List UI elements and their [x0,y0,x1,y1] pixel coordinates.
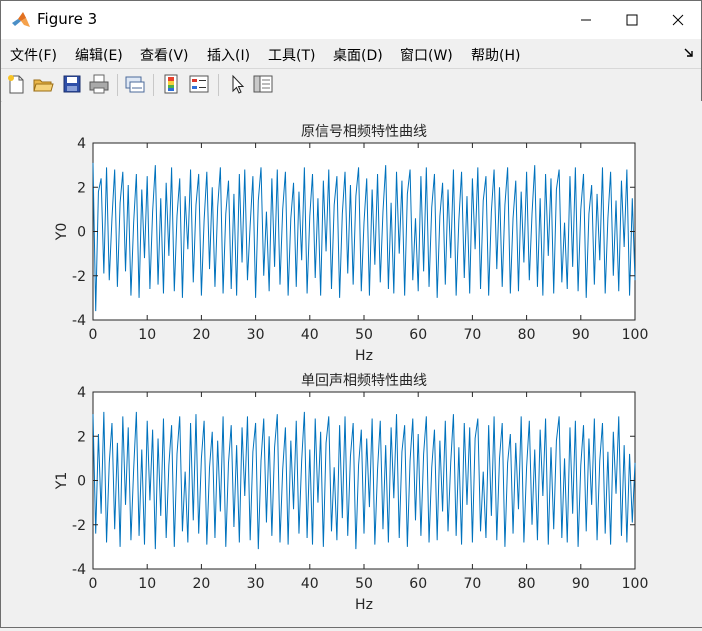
x-tick-label: 10 [138,327,156,343]
menu-file[interactable]: 文件(F) [10,45,57,65]
x-tick-label: 60 [409,327,427,343]
x-tick-label: 70 [463,576,481,592]
x-tick-label: 50 [355,576,373,592]
x-tick-label: 10 [138,576,156,592]
y-tick-label: 2 [77,180,86,196]
title-bar[interactable]: Figure 3 [1,1,701,39]
pointer-icon[interactable] [226,73,248,95]
axes-1[interactable]: 0 10 20 30 40 50 60 70 80 90 100 -4 -2 0 2 4 单回声相频特性曲线 Hz… [54,373,648,613]
x-tick-label: 40 [301,576,319,592]
x-tick-label: 0 [89,576,98,592]
toolbar-separator [153,74,154,96]
x-axis-label: Hz [355,348,373,364]
y-tick-label: 0 [77,225,86,241]
y-tick-label: -2 [72,269,86,285]
dock-arrow-icon[interactable] [684,48,694,58]
x-tick-label: 60 [409,576,427,592]
close-icon [672,14,684,26]
close-button[interactable] [655,1,701,39]
menu-window[interactable]: 窗口(W) [400,45,453,65]
y-tick-label: 2 [77,429,86,445]
menu-tools[interactable]: 工具(T) [268,45,315,65]
x-tick-label: 90 [572,576,590,592]
y-tick-label: 0 [77,474,86,490]
chart-title: 单回声相频特性曲线 [301,373,427,389]
y-tick-label: -2 [72,518,86,534]
y-tick-label: -4 [72,313,86,329]
plot-area: 0 10 20 30 40 50 60 70 80 90 100-4-2024原信号相频特性曲线Hz… [54,124,648,613]
maximize-button[interactable] [609,1,655,39]
figure-window: Figure 3 文件(F) 编辑(E) 查看(V) 插入(I) 工具(T) 桌… [0,0,702,628]
open-file-icon[interactable] [32,73,54,95]
property-inspector-icon[interactable] [252,73,274,95]
matlab-logo-icon [12,12,30,27]
x-tick-label: 100 [622,576,649,592]
x-tick-label: 40 [301,327,319,343]
axes-0[interactable]: 0 10 20 30 40 50 60 70 80 90 100 -4 -2 0 2 4 原信号相频特性曲线 Hz… [54,124,648,364]
x-tick-label: 100 [622,327,649,343]
menu-view[interactable]: 查看(V) [140,45,189,65]
menu-help[interactable]: 帮助(H) [471,45,520,65]
y-tick-label: 4 [77,136,86,152]
window-title: Figure 3 [37,10,98,28]
x-tick-label: 0 [89,327,98,343]
chart-title: 原信号相频特性曲线 [301,124,427,140]
x-tick-label: 90 [572,327,590,343]
toolbar [1,68,701,102]
toolbar-separator [117,74,118,96]
x-tick-label: 50 [355,327,373,343]
y-tick-label: -4 [72,562,86,578]
y-axis-label: Y1 [54,472,70,490]
x-tick-label: 20 [192,327,210,343]
x-tick-label: 70 [463,327,481,343]
print-icon[interactable] [88,73,110,95]
y-tick-label: 4 [77,385,86,401]
x-tick-label: 30 [247,327,265,343]
minimize-button[interactable] [563,1,609,39]
x-tick-label: 80 [518,576,536,592]
link-plot-icon[interactable] [124,73,146,95]
new-figure-icon[interactable] [5,73,27,95]
menu-insert[interactable]: 插入(I) [207,45,250,65]
x-tick-label: 30 [247,576,265,592]
x-axis-label: Hz [355,597,373,613]
save-icon[interactable] [61,73,83,95]
colorbar-icon[interactable] [160,73,182,95]
menu-bar: 文件(F) 编辑(E) 查看(V) 插入(I) 工具(T) 桌面(D) 窗口(W… [1,40,701,67]
x-tick-label: 20 [192,576,210,592]
toolbar-separator [218,74,219,96]
menu-desktop[interactable]: 桌面(D) [333,45,383,65]
y-axis-label: Y0 [54,223,70,241]
menu-edit[interactable]: 编辑(E) [75,45,123,65]
minimize-icon [581,19,591,21]
x-tick-label: 80 [518,327,536,343]
figure-canvas: 0 10 20 30 40 50 60 70 80 90 100 -4 -2 0 2 4 原信号相频特性曲线 Hz… [2,101,702,627]
legend-icon[interactable] [188,73,210,95]
maximize-icon [626,14,638,26]
